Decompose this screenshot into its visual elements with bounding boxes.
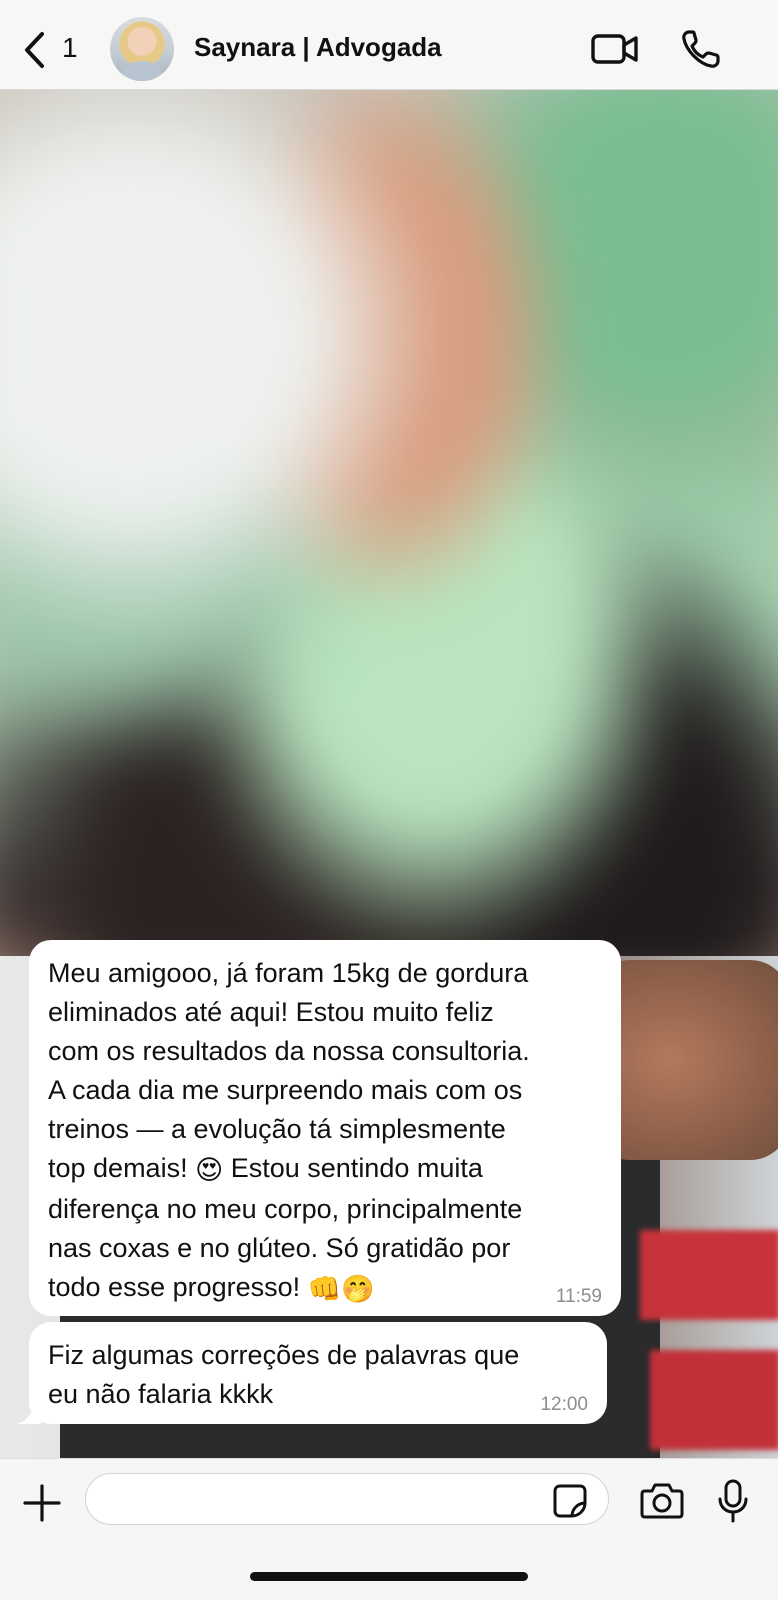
video-call-icon[interactable] [590,30,640,68]
bubble-tail [17,1402,41,1424]
message-time: 12:00 [540,1394,588,1415]
message-text: Fiz algumas correções de palavras que eu… [48,1340,520,1409]
blurred-photo-message[interactable] [0,90,778,956]
chevron-left-icon[interactable] [22,30,48,70]
message-input[interactable] [85,1473,609,1525]
contact-name[interactable]: Saynara | Advogada [194,32,442,63]
camera-icon[interactable] [640,1481,684,1519]
phone-icon[interactable] [680,28,722,70]
sticker-icon[interactable] [552,1483,588,1519]
avatar[interactable] [110,17,174,81]
home-indicator [250,1572,528,1581]
chat-header: 1 Saynara | Advogada [0,0,778,90]
emojis: 👊🤭 [307,1274,375,1304]
chat-area[interactable]: Meu amigooo, já foram 15kg de gordura el… [0,90,778,1458]
message-bubble[interactable]: Fiz algumas correções de palavras que eu… [17,1322,607,1424]
message-time: 11:59 [555,1286,602,1307]
wallpaper-shape [650,1350,778,1450]
microphone-icon[interactable] [716,1479,750,1523]
unread-count[interactable]: 1 [62,32,78,64]
message-text: Meu amigooo, já foram 15kg de gordura el… [48,954,601,1309]
heart-eyes-emoji: 😍 [195,1155,224,1185]
wallpaper-shape [640,1230,778,1320]
plus-icon[interactable] [22,1483,62,1523]
message-bubble[interactable]: Meu amigooo, já foram 15kg de gordura el… [29,940,621,1316]
